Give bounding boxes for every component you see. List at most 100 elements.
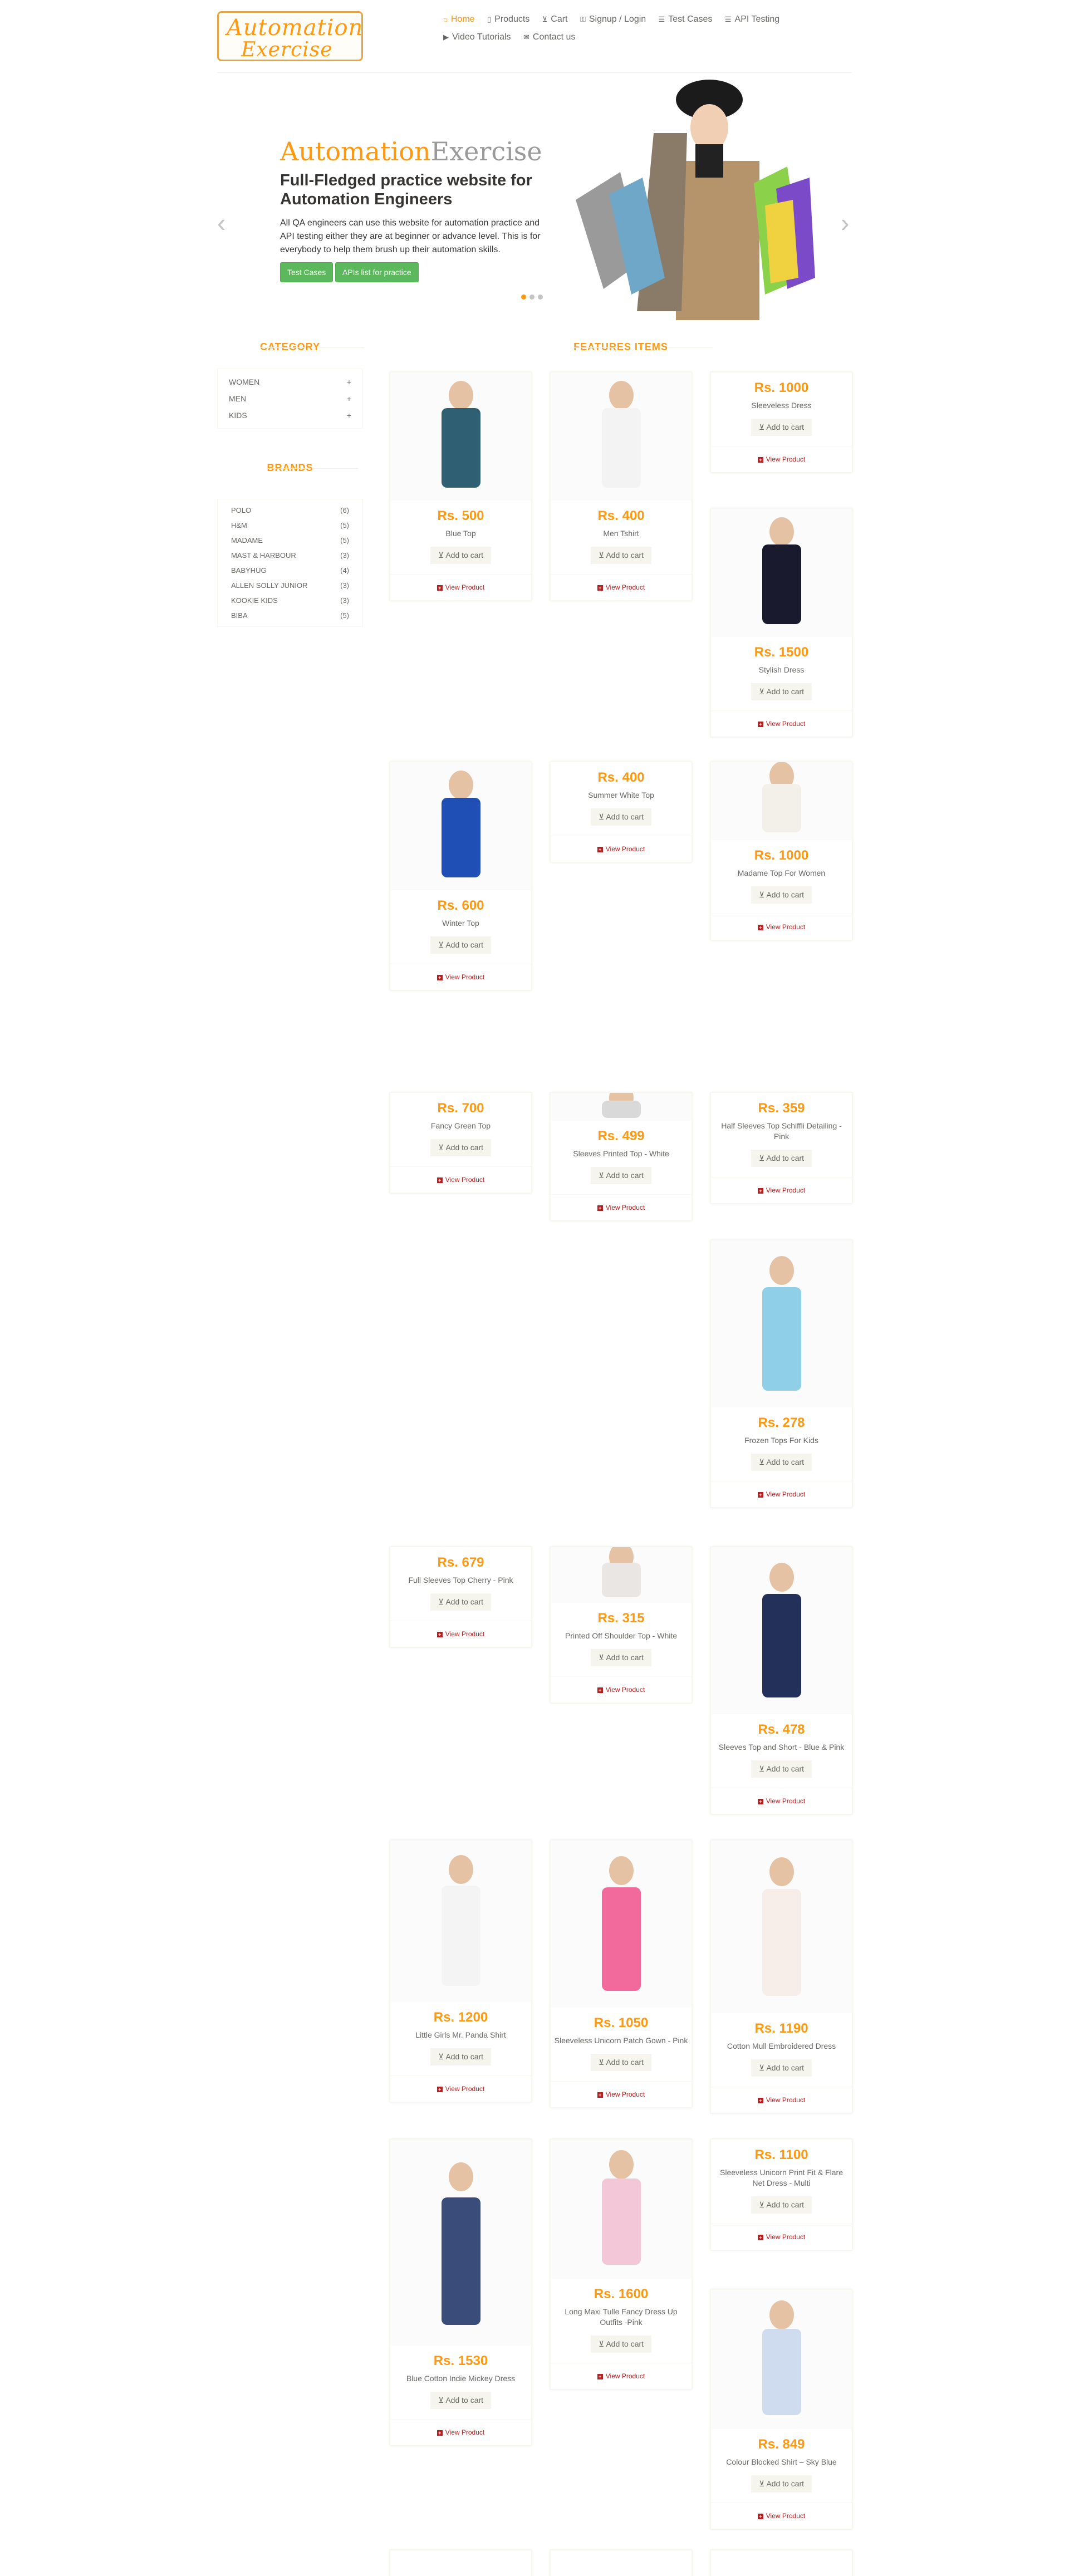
- slider-next-icon[interactable]: ›: [841, 208, 849, 238]
- test-cases-button[interactable]: Test Cases: [280, 262, 334, 282]
- youtube-icon: ▶: [443, 33, 449, 41]
- view-product-link[interactable]: + View Product: [711, 2087, 852, 2113]
- product-image-svg: [390, 2140, 531, 2346]
- home-icon: ⌂: [443, 15, 448, 23]
- product-image: [390, 372, 531, 501]
- plus-square-icon: +: [757, 457, 763, 463]
- slider-dot[interactable]: [529, 295, 534, 300]
- plus-icon[interactable]: +: [347, 377, 351, 386]
- add-to-cart-button[interactable]: ⊻ Add to cart: [751, 2196, 812, 2214]
- nav-label: Contact us: [532, 32, 576, 42]
- site-logo[interactable]: Automation Exercise: [217, 11, 363, 61]
- view-product-link[interactable]: + View Product: [390, 964, 531, 990]
- add-to-cart-button[interactable]: ⊻ Add to cart: [590, 1167, 652, 1184]
- nav-contact-us[interactable]: ✉ Contact us: [523, 32, 575, 42]
- nav-home[interactable]: ⌂ Home: [443, 14, 475, 24]
- cart-icon: ⊻: [438, 2396, 446, 2405]
- nav-signup-login[interactable]: ⚿ Signup / Login: [580, 14, 646, 24]
- view-product-link[interactable]: + View Product: [711, 2224, 852, 2250]
- add-to-cart-button[interactable]: ⊻ Add to cart: [430, 2392, 492, 2409]
- brand-item[interactable]: Babyhug (4): [231, 563, 349, 578]
- product-name: Printed Off Shoulder Top - White: [565, 1631, 678, 1640]
- view-product-link[interactable]: + View Product: [551, 2363, 692, 2389]
- slider-title-b: Exercise: [430, 136, 542, 166]
- view-product-link[interactable]: + View Product: [390, 2075, 531, 2102]
- brand-item[interactable]: Allen Solly Junior (3): [231, 578, 349, 593]
- add-to-cart-button[interactable]: ⊻ Add to cart: [751, 1454, 812, 1471]
- product-name: Long Maxi Tulle Fancy Dress Up Outfits -…: [565, 2307, 678, 2327]
- brand-item[interactable]: Polo (6): [231, 503, 349, 518]
- brand-item[interactable]: Madame (5): [231, 533, 349, 548]
- product-price: Rs. 1530: [433, 2353, 488, 2368]
- add-to-cart-label: Add to cart: [445, 551, 484, 560]
- add-to-cart-button[interactable]: ⊻ Add to cart: [430, 1593, 492, 1611]
- add-to-cart-label: Add to cart: [445, 2396, 484, 2405]
- add-to-cart-button[interactable]: ⊻ Add to cart: [590, 2054, 652, 2071]
- view-product-link[interactable]: + View Product: [551, 1194, 692, 1220]
- add-to-cart-label: Add to cart: [766, 1154, 805, 1162]
- add-to-cart-button[interactable]: ⊻ Add to cart: [751, 1760, 812, 1778]
- plus-icon[interactable]: +: [347, 394, 351, 403]
- brand-item[interactable]: Mast & Harbour (3): [231, 548, 349, 563]
- view-product-link[interactable]: + View Product: [551, 1676, 692, 1702]
- add-to-cart-button[interactable]: ⊻ Add to cart: [590, 1649, 652, 1666]
- category-kids[interactable]: Kids +: [229, 407, 351, 424]
- view-product-link[interactable]: + View Product: [390, 574, 531, 600]
- nav-label: Home: [450, 14, 475, 24]
- view-product-link[interactable]: + View Product: [711, 914, 852, 940]
- add-to-cart-button[interactable]: ⊻ Add to cart: [590, 808, 652, 826]
- category-men[interactable]: Men +: [229, 390, 351, 407]
- view-product-link[interactable]: + View Product: [711, 446, 852, 472]
- product-card: Rs. 600 Winter Top ⊻ Add to cart + View Prod…: [390, 762, 532, 990]
- slider-indicators: [521, 292, 546, 302]
- features-items-heading: FEATURES ITEMS: [390, 341, 852, 353]
- add-to-cart-button[interactable]: ⊻ Add to cart: [430, 2048, 492, 2065]
- add-to-cart-button[interactable]: ⊻ Add to cart: [751, 886, 812, 904]
- brand-item[interactable]: Biba (5): [231, 608, 349, 623]
- slider-dot[interactable]: [538, 295, 543, 300]
- add-to-cart-button[interactable]: ⊻ Add to cart: [751, 2059, 812, 2077]
- add-to-cart-button[interactable]: ⊻ Add to cart: [590, 2335, 652, 2353]
- product-name: Sleeveless Dress: [751, 401, 812, 410]
- view-product-label: View Product: [766, 2512, 806, 2520]
- add-to-cart-button[interactable]: ⊻ Add to cart: [590, 547, 652, 564]
- view-product-link[interactable]: + View Product: [711, 2503, 852, 2529]
- main-nav: ⌂ Home ▯ Products ⊻ Cart ⚿ Signup / Login ☰ T…: [443, 14, 850, 50]
- view-product-link[interactable]: + View Product: [711, 1481, 852, 1507]
- add-to-cart-button[interactable]: ⊻ Add to cart: [751, 419, 812, 436]
- nav-products[interactable]: ▯ Products: [487, 14, 529, 24]
- view-product-link[interactable]: + View Product: [711, 1788, 852, 1814]
- product-card: Rs. 1530 Blue Cotton Indie Mickey Dress ⊻ …: [390, 2139, 532, 2446]
- view-product-link[interactable]: + View Product: [390, 2419, 531, 2445]
- brand-name: Mast & Harbour: [231, 551, 296, 560]
- add-to-cart-button[interactable]: ⊻ Add to cart: [751, 683, 812, 700]
- view-product-link[interactable]: + View Product: [711, 710, 852, 737]
- nav-test-cases[interactable]: ☰ Test Cases: [659, 14, 713, 24]
- view-product-link[interactable]: + View Product: [551, 2081, 692, 2107]
- slider-prev-icon[interactable]: ‹: [217, 208, 225, 238]
- view-product-link[interactable]: + View Product: [551, 574, 692, 600]
- add-to-cart-button[interactable]: ⊻ Add to cart: [430, 936, 492, 954]
- brand-item[interactable]: Kookie Kids (3): [231, 593, 349, 608]
- brand-item[interactable]: H&M (5): [231, 518, 349, 533]
- plus-square-icon: +: [597, 1205, 603, 1211]
- add-to-cart-button[interactable]: ⊻ Add to cart: [430, 1139, 492, 1156]
- nav-cart[interactable]: ⊻ Cart: [542, 14, 568, 24]
- view-product-link[interactable]: + View Product: [390, 1621, 531, 1647]
- view-product-label: View Product: [766, 1797, 806, 1805]
- plus-icon[interactable]: +: [347, 411, 351, 420]
- view-product-link[interactable]: + View Product: [390, 1166, 531, 1193]
- nav-label: Signup / Login: [589, 14, 646, 24]
- view-product-link[interactable]: + View Product: [711, 1177, 852, 1203]
- nav-video-tutorials[interactable]: ▶ Video Tutorials: [443, 32, 511, 42]
- product-image-svg: [711, 1547, 852, 1714]
- add-to-cart-button[interactable]: ⊻ Add to cart: [430, 547, 492, 564]
- apis-list-button[interactable]: APIs list for practice: [335, 262, 419, 282]
- plus-square-icon: +: [757, 1188, 763, 1194]
- category-women[interactable]: Women +: [229, 374, 351, 390]
- add-to-cart-button[interactable]: ⊻ Add to cart: [751, 1150, 812, 1167]
- slider-dot[interactable]: [521, 295, 526, 300]
- add-to-cart-button[interactable]: ⊻ Add to cart: [751, 2475, 812, 2492]
- view-product-link[interactable]: + View Product: [551, 836, 692, 862]
- nav-api-testing[interactable]: ☰ API Testing: [725, 14, 779, 24]
